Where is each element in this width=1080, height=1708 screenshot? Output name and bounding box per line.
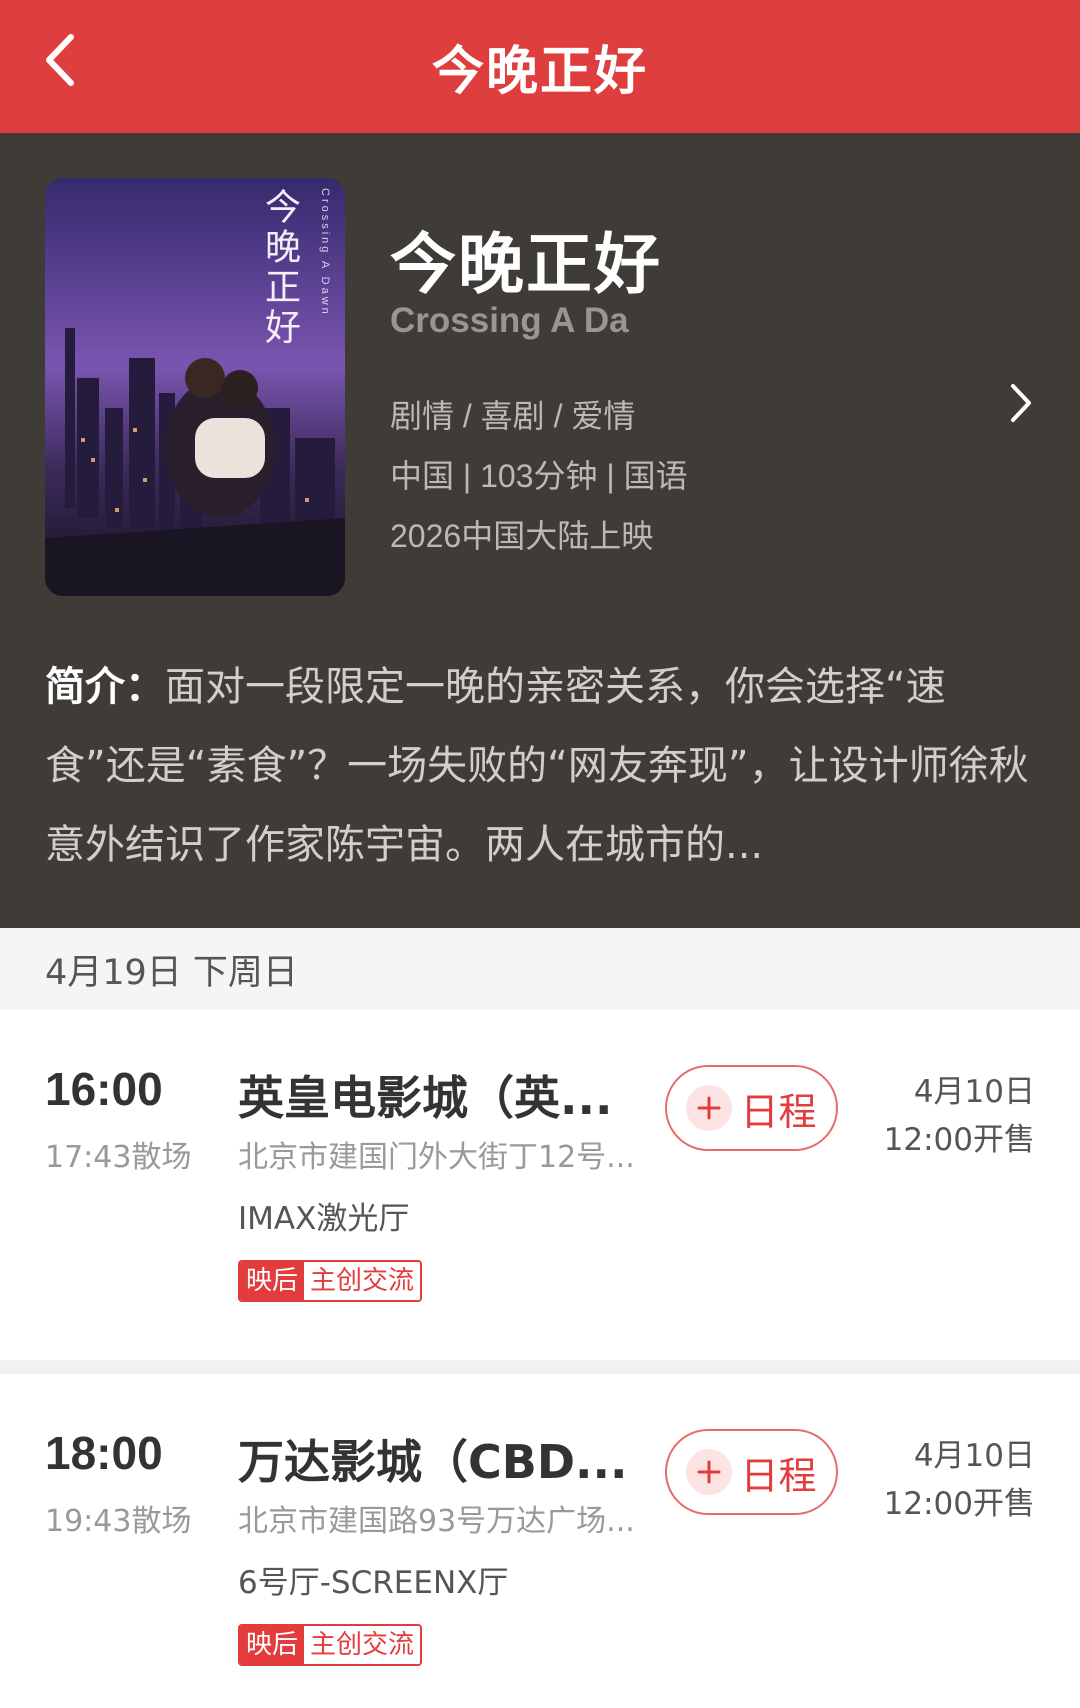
cinema-name: 英皇电影城（英...: [238, 1071, 613, 1125]
movie-info: 中国 | 103分钟 | 国语: [390, 458, 688, 494]
cinema-address: 北京市建国路93号万达广场...: [238, 1504, 635, 1539]
event-tag-type: 映后: [240, 1262, 305, 1300]
sale-date: 4月10日: [913, 1438, 1035, 1474]
synopsis-label: 简介：: [45, 664, 165, 710]
chevron-right-icon: [1011, 384, 1031, 422]
showtime-card[interactable]: 18:00 19:43散场 万达影城（CBD... 北京市建国路93号万达广场.…: [0, 1374, 1080, 1708]
event-tag-label: 主创交流: [304, 1626, 421, 1664]
sale-info: 4月10日 12:00开售: [884, 1432, 1035, 1528]
date-header: 4月19日 下周日: [0, 928, 1080, 1010]
plus-icon: [686, 1085, 733, 1131]
top-bar: 今晚正好: [0, 0, 1080, 133]
show-end-time: 19:43散场: [45, 1504, 192, 1539]
movie-info-panel[interactable]: 今晚正好 Crossing A Dawn 今晚正好 Crossing A Da …: [0, 133, 1080, 928]
sale-date: 4月10日: [913, 1074, 1035, 1110]
chevron-left-icon: [46, 34, 74, 86]
event-tag-type: 映后: [240, 1626, 305, 1664]
poster-title-text: 今晚正好: [259, 188, 300, 348]
cinema-address: 北京市建国门外大街丁12号...: [238, 1140, 635, 1175]
hall-name: 6号厅-SCREENX厅: [238, 1565, 509, 1601]
event-tag-label: 主创交流: [304, 1262, 421, 1300]
sale-time: 12:00开售: [883, 1122, 1035, 1158]
section-divider: [0, 1360, 1080, 1374]
movie-detail-button[interactable]: [1005, 378, 1035, 428]
movie-title: 今晚正好: [390, 226, 662, 303]
show-start-time: 18:00: [45, 1427, 163, 1479]
sale-time: 12:00开售: [883, 1486, 1035, 1522]
showtime-card[interactable]: 16:00 17:43散场 英皇电影城（英... 北京市建国门外大街丁12号..…: [0, 1010, 1080, 1360]
hall-name: IMAX激光厅: [238, 1201, 410, 1237]
sale-info: 4月10日 12:00开售: [884, 1068, 1035, 1164]
cinema-name: 万达影城（CBD...: [238, 1435, 628, 1489]
poster-english-text: Crossing A Dawn: [319, 188, 331, 317]
schedule-label: 日程: [740, 1089, 817, 1134]
event-tag: 映后 主创交流: [238, 1260, 423, 1302]
movie-release: 2026中国大陆上映: [390, 518, 654, 554]
add-schedule-button[interactable]: 日程: [665, 1429, 838, 1515]
show-end-time: 17:43散场: [45, 1140, 192, 1175]
back-button[interactable]: [30, 30, 90, 90]
movie-genres: 剧情 / 喜剧 / 爱情: [390, 398, 636, 434]
page-title: 今晚正好: [431, 42, 648, 102]
movie-english-title: Crossing A Da: [390, 301, 629, 340]
schedule-label: 日程: [740, 1453, 817, 1498]
show-start-time: 16:00: [45, 1063, 163, 1115]
movie-poster[interactable]: 今晚正好 Crossing A Dawn: [45, 178, 345, 596]
event-tag: 映后 主创交流: [238, 1624, 423, 1666]
movie-synopsis[interactable]: 简介：面对一段限定一晚的亲密关系，你会选择“速食”还是“素食”？一场失败的“网友…: [45, 648, 1035, 885]
synopsis-text: 面对一段限定一晚的亲密关系，你会选择“速食”还是“素食”？一场失败的“网友奔现”…: [45, 664, 1029, 868]
add-schedule-button[interactable]: 日程: [665, 1065, 838, 1151]
plus-icon: [686, 1449, 733, 1495]
